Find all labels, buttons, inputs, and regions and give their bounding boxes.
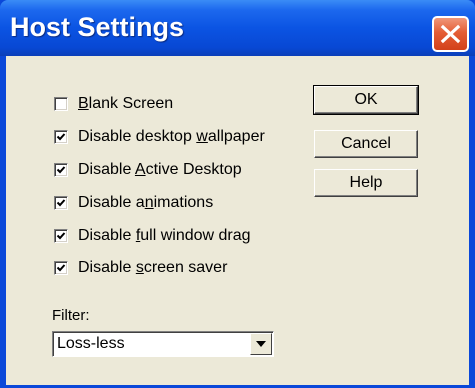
dialog-body: Blank Screen Disable desktop wallpaper D… [6,56,469,385]
help-button[interactable]: Help [314,169,418,197]
disable-animations-checkbox[interactable]: Disable animations [54,192,213,214]
checkbox-label: Disable screen saver [78,259,228,276]
disable-active-desktop-checkbox[interactable]: Disable Active Desktop [54,159,242,181]
checkbox-box[interactable] [54,97,68,111]
title-bar[interactable]: Host Settings [0,0,475,56]
disable-wallpaper-checkbox[interactable]: Disable desktop wallpaper [54,126,265,148]
filter-select[interactable]: Loss-less [52,331,274,357]
checkbox-label: Blank Screen [78,95,174,112]
checkbox-box[interactable] [54,196,68,210]
checkbox-box[interactable] [54,261,68,275]
checkbox-label: Disable animations [78,194,214,211]
checkmark-icon [56,133,66,141]
filter-dropdown-button[interactable] [250,333,272,355]
checkmark-icon [56,232,66,240]
checkbox-box[interactable] [54,229,68,243]
checkbox-label: Disable full window drag [78,227,251,244]
checkbox-box[interactable] [54,130,68,144]
filter-selected-value: Loss-less [57,335,125,352]
checkmark-icon [56,199,66,207]
checkmark-icon [56,166,66,174]
checkbox-label: Disable Active Desktop [78,161,242,178]
ok-button[interactable]: OK [313,85,419,115]
checkmark-icon [56,264,66,272]
checkbox-label: Disable desktop wallpaper [78,128,265,145]
disable-screen-saver-checkbox[interactable]: Disable screen saver [54,257,227,279]
cancel-button[interactable]: Cancel [314,130,418,158]
disable-full-window-drag-checkbox[interactable]: Disable full window drag [54,225,251,247]
filter-label: Filter: [52,307,90,324]
checkbox-box[interactable] [54,163,68,177]
host-settings-dialog: Host Settings Blank Screen Disable deskt… [0,0,475,388]
blank-screen-checkbox[interactable]: Blank Screen [54,93,173,115]
chevron-down-icon [256,341,266,347]
window-title: Host Settings [10,12,185,42]
close-button[interactable] [432,16,469,52]
close-icon [440,24,461,44]
